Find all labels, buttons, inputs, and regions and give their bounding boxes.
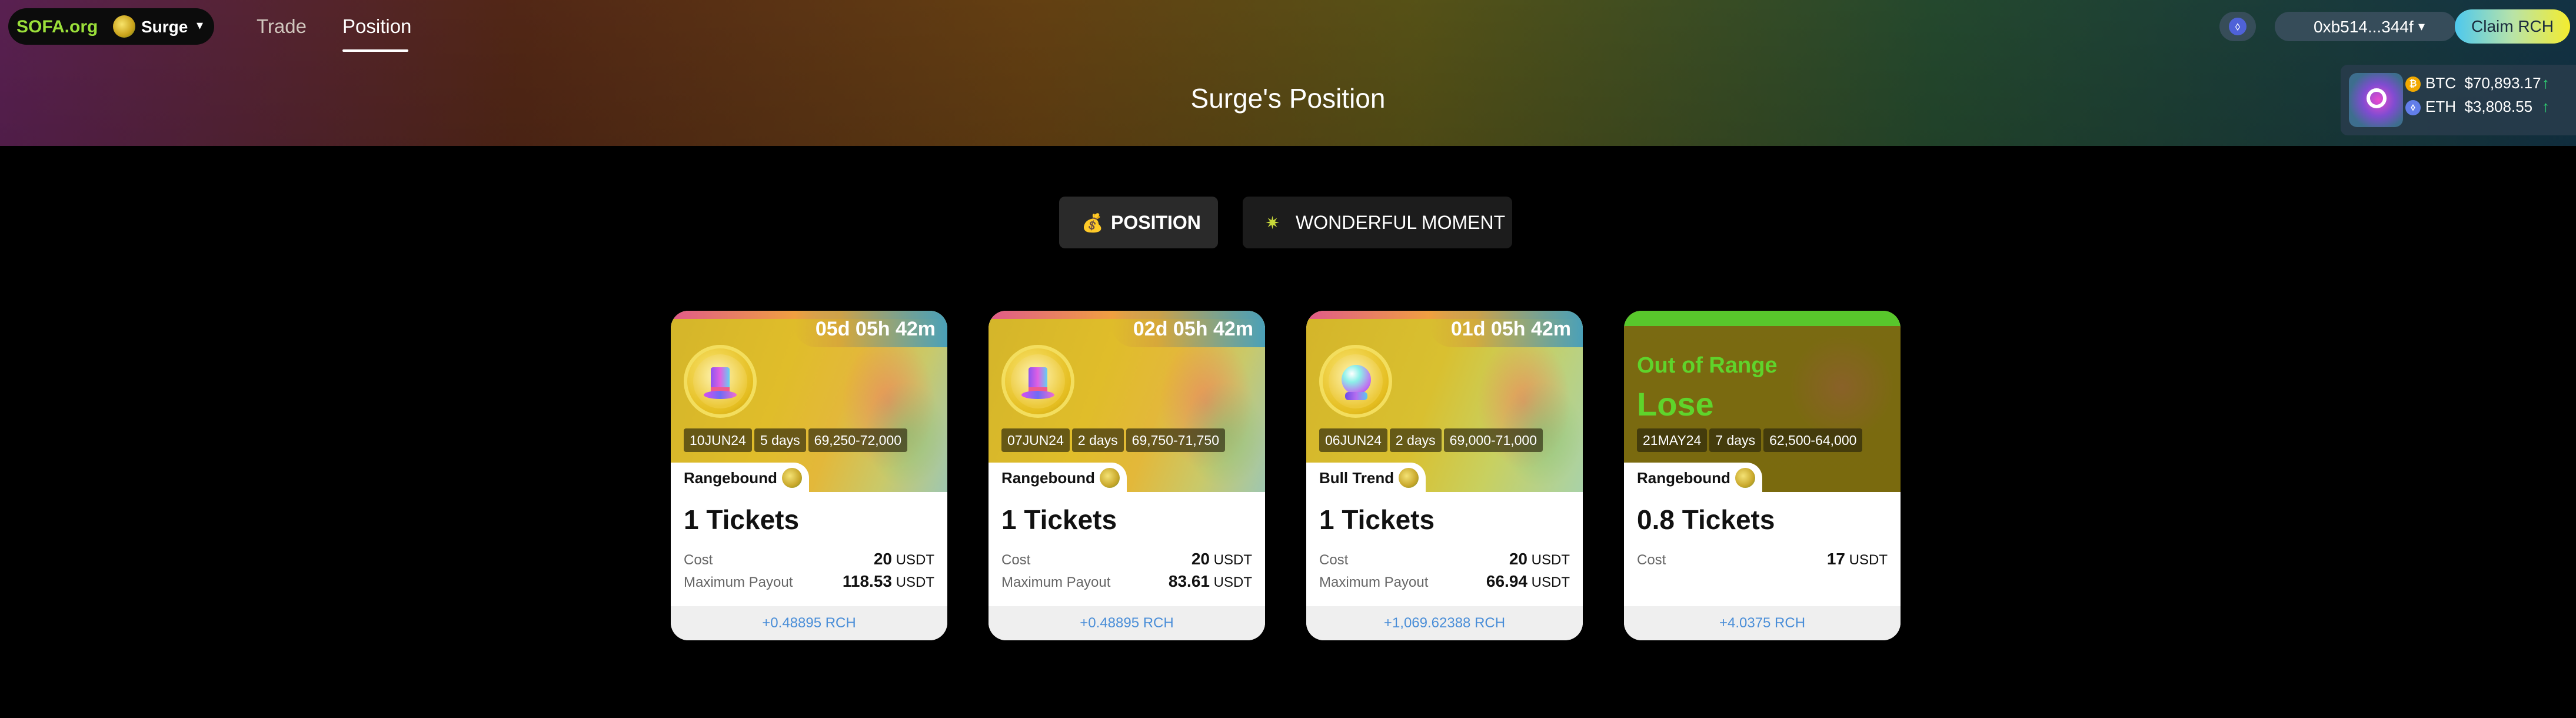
status-label: Out of Range	[1637, 353, 1778, 378]
position-card[interactable]: 05d 05h 42m 10JUN24 5 days 69,250-72,000 R…	[671, 311, 947, 640]
max-payout-value: 118.53 USDT	[842, 572, 934, 590]
ticket-count: 1 Tickets	[684, 504, 800, 535]
wallet-button[interactable]: 0xb514...344f ▾	[2275, 12, 2456, 41]
duration-chip: 7 days	[1709, 428, 1762, 452]
claim-label: Claim RCH	[2471, 17, 2554, 35]
expiry-chip: 10JUN24	[684, 428, 752, 452]
countdown-timer: 05d 05h 42m	[793, 311, 947, 347]
btc-icon: ₿	[2405, 77, 2421, 92]
page-title: Surge's Position	[1190, 83, 1386, 114]
tab-wonderful-moment[interactable]: ✷ WONDERFUL MOMENT	[1243, 197, 1512, 248]
cost-value: 17 USDT	[1826, 550, 1888, 568]
product-chips: 21MAY24 7 days 62,500-64,000	[1637, 428, 1865, 452]
top-hat-icon	[1001, 345, 1074, 418]
surge-icon	[781, 468, 802, 488]
duration-chip: 2 days	[1071, 428, 1124, 452]
sparkle-icon: ✷	[1265, 214, 1280, 233]
product-chips: 10JUN24 5 days 69,250-72,000	[684, 428, 910, 452]
product-type-label: Rangebound	[1637, 469, 1730, 487]
result-label: Lose	[1637, 385, 1714, 423]
cost-label: Cost	[684, 552, 713, 568]
rch-reward[interactable]: +1,069.62388 RCH	[1306, 606, 1583, 640]
nav-trade[interactable]: Trade	[257, 15, 307, 38]
range-chip: 62,500-64,000	[1763, 428, 1863, 452]
cost-label: Cost	[1001, 552, 1031, 568]
tab-position[interactable]: 💰 POSITION	[1059, 197, 1218, 248]
network-selector[interactable]: ⬨	[2219, 12, 2256, 41]
surge-avatar-icon	[113, 15, 135, 38]
cost-label: Cost	[1319, 552, 1349, 568]
arrow-up-icon: ↑	[2542, 74, 2550, 92]
product-type: Rangebound	[1624, 463, 1762, 493]
rch-reward[interactable]: +4.0375 RCH	[1624, 606, 1901, 640]
gift-box-icon[interactable]	[2349, 73, 2403, 127]
tab-wonderful-label: WONDERFUL MOMENT	[1296, 212, 1506, 233]
logo[interactable]: SOFA.org	[16, 17, 98, 37]
product-type-label: Rangebound	[1001, 469, 1095, 487]
countdown-timer: 01d 05h 42m	[1428, 311, 1583, 347]
product-type: Rangebound	[671, 463, 809, 493]
max-payout-value: 83.61 USDT	[1168, 572, 1252, 590]
surge-icon	[1399, 468, 1419, 488]
duration-chip: 5 days	[754, 428, 806, 452]
range-chip: 69,250-72,000	[808, 428, 908, 452]
cost-value: 20 USDT	[873, 550, 934, 568]
chevron-down-icon[interactable]: ▾	[197, 18, 203, 33]
wallet-address: 0xb514...344f	[2314, 18, 2414, 36]
eth-price: $3,808.55	[2464, 98, 2533, 115]
arrow-up-icon: ↑	[2542, 98, 2550, 115]
price-ticker: ₿ BTC $70,893.17 ⬨ ETH $3,808.55	[2341, 65, 2576, 135]
max-payout-label: Maximum Payout	[684, 574, 793, 590]
surge-icon	[1099, 468, 1120, 488]
rch-reward[interactable]: +0.48895 RCH	[989, 606, 1265, 640]
account-label[interactable]: Surge	[141, 18, 188, 36]
range-chip: 69,750-71,750	[1126, 428, 1226, 452]
position-card[interactable]: 02d 05h 42m 07JUN24 2 days 69,750-71,750 R…	[989, 311, 1265, 640]
product-type: Rangebound	[989, 463, 1127, 493]
max-payout-value: 66.94 USDT	[1486, 572, 1570, 590]
product-type-label: Rangebound	[684, 469, 777, 487]
chevron-down-icon: ▾	[2418, 19, 2425, 34]
position-card-lost[interactable]: Out of Range Lose 21MAY24 7 days 62,500-64…	[1624, 311, 1901, 640]
nav-position[interactable]: Position	[342, 15, 411, 38]
eth-symbol: ETH	[2425, 98, 2456, 115]
cost-label: Cost	[1637, 552, 1666, 568]
tab-position-label: POSITION	[1111, 212, 1201, 233]
expiry-chip: 06JUN24	[1319, 428, 1387, 452]
top-hat-icon	[684, 345, 757, 418]
brand-pill[interactable]: SOFA.org Surge ▾	[8, 8, 214, 45]
product-type-label: Bull Trend	[1319, 469, 1394, 487]
expiry-chip: 07JUN24	[1001, 428, 1070, 452]
money-bag-icon: 💰	[1081, 214, 1104, 233]
ticket-count: 0.8 Tickets	[1637, 504, 1775, 535]
range-chip: 69,000-71,000	[1443, 428, 1543, 452]
eth-price-row: ⬨ ETH $3,808.55	[2405, 98, 2532, 116]
position-card[interactable]: 01d 05h 42m 06JUN24 2 days 69,000-71,000 B…	[1306, 311, 1583, 640]
surge-icon	[1735, 468, 1755, 488]
max-payout-label: Maximum Payout	[1319, 574, 1429, 590]
ticket-count: 1 Tickets	[1001, 504, 1117, 535]
cost-value: 20 USDT	[1509, 550, 1570, 568]
ticket-count: 1 Tickets	[1319, 504, 1435, 535]
btc-symbol: BTC	[2425, 74, 2456, 92]
eth-icon: ⬨	[2405, 100, 2421, 116]
rch-reward[interactable]: +0.48895 RCH	[671, 606, 947, 640]
cost-value: 20 USDT	[1191, 550, 1252, 568]
btc-price-row: ₿ BTC $70,893.17	[2405, 74, 2541, 92]
expiry-chip: 21MAY24	[1637, 428, 1708, 452]
ethereum-icon: ⬨	[2229, 18, 2246, 35]
countdown-timer: 02d 05h 42m	[1110, 311, 1265, 347]
nav-active-indicator	[342, 49, 408, 52]
product-type: Bull Trend	[1306, 463, 1426, 493]
duration-chip: 2 days	[1389, 428, 1442, 452]
product-chips: 06JUN24 2 days 69,000-71,000	[1319, 428, 1545, 452]
crystal-ball-icon	[1319, 345, 1392, 418]
claim-rch-button[interactable]: Claim RCH	[2455, 9, 2570, 44]
btc-price: $70,893.17	[2464, 74, 2541, 92]
product-chips: 07JUN24 2 days 69,750-71,750	[1001, 428, 1227, 452]
max-payout-label: Maximum Payout	[1001, 574, 1111, 590]
